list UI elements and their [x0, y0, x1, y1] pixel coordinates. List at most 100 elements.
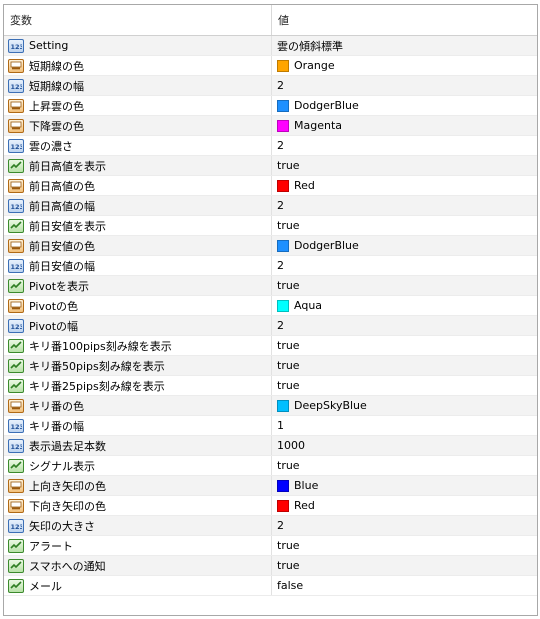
bool-icon — [8, 278, 24, 293]
variable-name: キリ番50pips刻み線を表示 — [29, 359, 165, 373]
variable-value: true — [277, 459, 300, 472]
table-row[interactable]: 123 矢印の大きさ 2 — [4, 516, 537, 536]
table-row[interactable]: メール false — [4, 576, 537, 596]
color-swatch — [277, 239, 289, 252]
svg-text:123: 123 — [11, 423, 23, 430]
variable-cell: 123 表示過去足本数 — [4, 436, 272, 455]
table-row[interactable]: 前日高値を表示 true — [4, 156, 537, 176]
value-cell[interactable]: true — [272, 356, 537, 375]
variable-cell: アラート — [4, 536, 272, 555]
column-header-value[interactable]: 値 — [272, 5, 537, 35]
value-cell[interactable]: true — [272, 216, 537, 235]
variable-value: Aqua — [294, 299, 323, 312]
parameters-table: 変数 値 123 Setting 雲の傾斜標準 短期線の色 Orange 123 短期線の幅… — [3, 4, 538, 616]
table-row[interactable]: シグナル表示 true — [4, 456, 537, 476]
color-swatch — [277, 119, 289, 132]
value-cell[interactable]: 2 — [272, 516, 537, 535]
table-row[interactable]: キリ番50pips刻み線を表示 true — [4, 356, 537, 376]
bool-icon — [8, 578, 24, 593]
value-cell[interactable]: Blue — [272, 476, 537, 495]
column-header-value-label: 値 — [278, 14, 289, 27]
variable-value: true — [277, 379, 300, 392]
svg-text:123: 123 — [11, 263, 23, 270]
table-row[interactable]: キリ番25pips刻み線を表示 true — [4, 376, 537, 396]
table-row[interactable]: 123 前日安値の幅 2 — [4, 256, 537, 276]
value-cell[interactable]: Magenta — [272, 116, 537, 135]
table-row[interactable]: キリ番の色 DeepSkyBlue — [4, 396, 537, 416]
value-cell[interactable]: 2 — [272, 76, 537, 95]
bool-icon — [8, 218, 24, 233]
value-cell[interactable]: 1000 — [272, 436, 537, 455]
variable-cell: 前日安値の色 — [4, 236, 272, 255]
color-icon — [8, 178, 24, 193]
value-cell[interactable]: DodgerBlue — [272, 96, 537, 115]
value-cell[interactable]: Red — [272, 176, 537, 195]
value-cell[interactable]: 2 — [272, 136, 537, 155]
value-cell[interactable]: DeepSkyBlue — [272, 396, 537, 415]
value-cell[interactable]: DodgerBlue — [272, 236, 537, 255]
variable-name: 前日安値の色 — [29, 239, 95, 253]
table-row[interactable]: 前日安値を表示 true — [4, 216, 537, 236]
table-row[interactable]: 123 Pivotの幅 2 — [4, 316, 537, 336]
table-row[interactable]: 前日安値の色 DodgerBlue — [4, 236, 537, 256]
table-row[interactable]: Pivotの色 Aqua — [4, 296, 537, 316]
variable-value: true — [277, 159, 300, 172]
value-cell[interactable]: 2 — [272, 196, 537, 215]
variable-name: 表示過去足本数 — [29, 439, 106, 453]
value-cell[interactable]: true — [272, 536, 537, 555]
value-cell[interactable]: 1 — [272, 416, 537, 435]
table-row[interactable]: 123 表示過去足本数 1000 — [4, 436, 537, 456]
table-row[interactable]: スマホへの通知 true — [4, 556, 537, 576]
variable-value: true — [277, 339, 300, 352]
variable-value: true — [277, 539, 300, 552]
variable-name: Pivotの幅 — [29, 319, 79, 333]
num-icon: 123 — [8, 38, 24, 53]
color-swatch — [277, 499, 289, 512]
variable-value: 2 — [277, 259, 284, 272]
table-row[interactable]: 123 短期線の幅 2 — [4, 76, 537, 96]
value-cell[interactable]: Aqua — [272, 296, 537, 315]
table-row[interactable]: 前日高値の色 Red — [4, 176, 537, 196]
variable-name: 短期線の幅 — [29, 79, 84, 93]
column-header-variable[interactable]: 変数 — [4, 5, 272, 35]
value-cell[interactable]: true — [272, 376, 537, 395]
value-cell[interactable]: Orange — [272, 56, 537, 75]
table-row[interactable]: キリ番100pips刻み線を表示 true — [4, 336, 537, 356]
table-row[interactable]: 123 前日高値の幅 2 — [4, 196, 537, 216]
variable-cell: メール — [4, 576, 272, 595]
column-header-variable-label: 変数 — [10, 14, 32, 27]
value-cell[interactable]: 2 — [272, 316, 537, 335]
table-row[interactable]: 下降雲の色 Magenta — [4, 116, 537, 136]
variable-cell: 前日高値を表示 — [4, 156, 272, 175]
value-cell[interactable]: true — [272, 156, 537, 175]
variable-value: true — [277, 359, 300, 372]
variable-cell: 123 雲の濃さ — [4, 136, 272, 155]
bool-icon — [8, 378, 24, 393]
table-row[interactable]: アラート true — [4, 536, 537, 556]
table-row[interactable]: 123 キリ番の幅 1 — [4, 416, 537, 436]
value-cell[interactable]: true — [272, 456, 537, 475]
table-row[interactable]: 123 Setting 雲の傾斜標準 — [4, 36, 537, 56]
table-row[interactable]: 上昇雲の色 DodgerBlue — [4, 96, 537, 116]
value-cell[interactable]: Red — [272, 496, 537, 515]
variable-name: メール — [29, 579, 62, 593]
value-cell[interactable]: true — [272, 336, 537, 355]
variable-name: アラート — [29, 539, 73, 553]
variable-name: 上昇雲の色 — [29, 99, 84, 113]
table-row[interactable]: 上向き矢印の色 Blue — [4, 476, 537, 496]
value-cell[interactable]: 2 — [272, 256, 537, 275]
value-cell[interactable]: 雲の傾斜標準 — [272, 36, 537, 55]
table-row[interactable]: 123 雲の濃さ 2 — [4, 136, 537, 156]
variable-cell: 短期線の色 — [4, 56, 272, 75]
value-cell[interactable]: true — [272, 556, 537, 575]
num-icon: 123 — [8, 78, 24, 93]
table-row[interactable]: Pivotを表示 true — [4, 276, 537, 296]
variable-name: キリ番25pips刻み線を表示 — [29, 379, 165, 393]
variable-name: 下向き矢印の色 — [29, 499, 106, 513]
table-row[interactable]: 短期線の色 Orange — [4, 56, 537, 76]
value-cell[interactable]: false — [272, 576, 537, 595]
value-cell[interactable]: true — [272, 276, 537, 295]
table-row[interactable]: 下向き矢印の色 Red — [4, 496, 537, 516]
variable-value: 2 — [277, 319, 284, 332]
num-icon: 123 — [8, 318, 24, 333]
